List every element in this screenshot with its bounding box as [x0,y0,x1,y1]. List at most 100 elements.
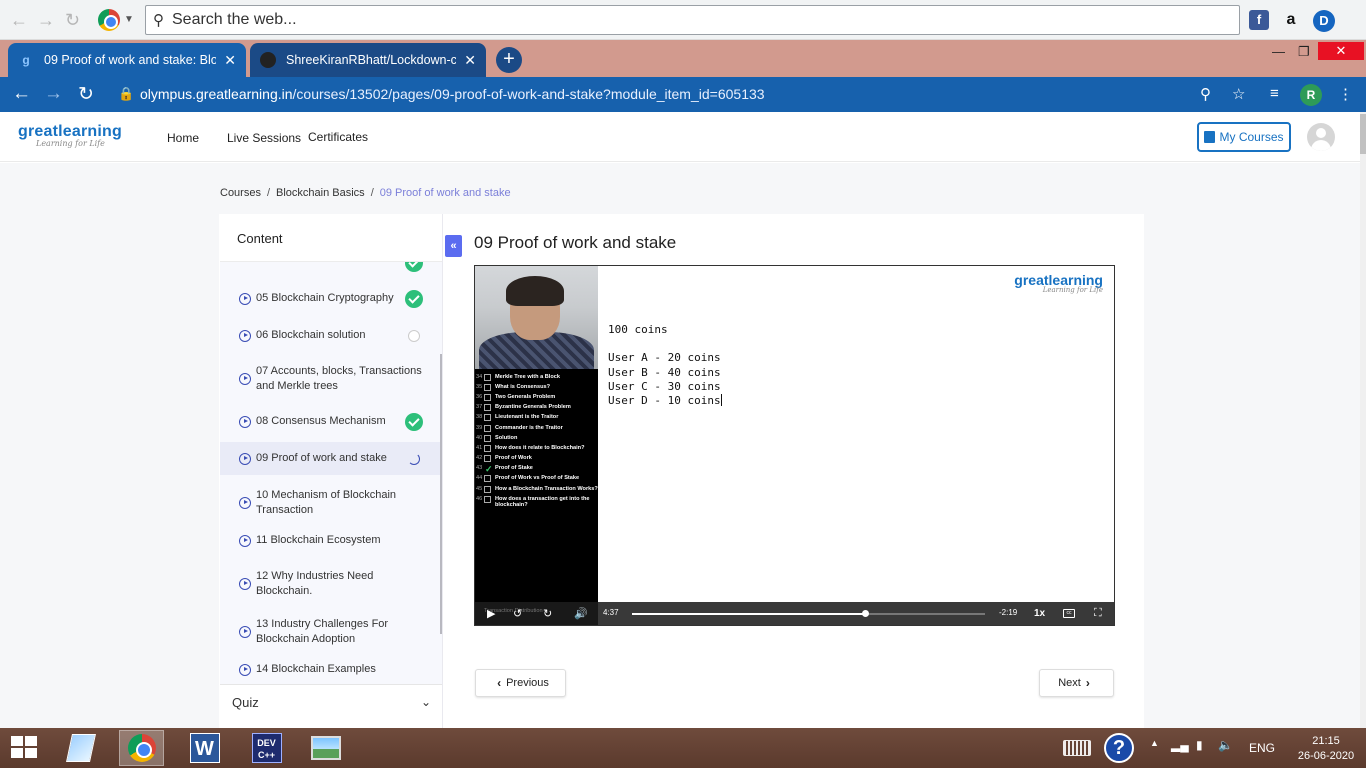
toc-text: Proof of Work vs Proof of Stake [495,475,580,482]
taskbar-devcpp[interactable]: DEV C++ [244,730,289,766]
list-item[interactable]: 05 Blockchain Cryptography [220,282,440,315]
window-close-icon[interactable]: ✕ [1318,42,1364,60]
previous-button[interactable]: ‹ Previous [475,669,566,697]
list-item[interactable]: 14 Blockchain Examples [220,653,440,684]
module-list[interactable]: 05 Blockchain Cryptography 06 Blockchain… [220,262,442,684]
close-icon[interactable]: ✕ [464,52,476,69]
language-indicator[interactable]: ENG [1249,741,1275,755]
d-extension-icon[interactable]: D [1313,10,1335,32]
toc-text: How does a transaction get into the bloc… [495,495,590,509]
back-icon[interactable]: ← [10,10,28,31]
windows-start-icon[interactable] [11,736,39,760]
seek-handle[interactable] [861,610,869,617]
restore-icon[interactable]: ❐ [1298,44,1310,60]
taskbar-paper-app[interactable] [58,730,103,766]
speaker-icon[interactable]: 🔈 [1218,738,1233,752]
paper-app-icon [65,734,96,762]
taskbar-chrome[interactable] [119,730,164,766]
signal-icon[interactable]: ▂▄ [1171,738,1189,752]
list-item-partial[interactable] [220,262,440,272]
play-circle-icon [239,415,251,428]
help-icon[interactable]: ? [1104,733,1134,763]
web-search-field[interactable]: ⚲ [145,5,1240,35]
media-queue-icon[interactable]: ≡ [1270,85,1279,102]
taskbar-word[interactable]: W [182,730,227,766]
clock-date: 26-06-2020 [1297,750,1355,762]
my-courses-button[interactable]: My Courses [1197,122,1291,152]
facebook-icon[interactable]: f [1249,10,1269,30]
nav-certificates[interactable]: Certificates [308,130,368,144]
profile-avatar[interactable]: R [1300,84,1322,106]
chrome-logo-icon[interactable] [98,9,120,31]
video-player[interactable]: 34 Merkle Tree with a Block 35 What is Cons… [474,265,1115,626]
url-field[interactable]: olympus.greatlearning.in/courses/13502/p… [140,86,765,102]
scrollbar-thumb[interactable] [1360,114,1366,154]
quiz-section-toggle[interactable]: Quiz ⌄ [220,684,442,720]
tray-overflow-icon[interactable]: ▲ [1150,738,1159,748]
reload-icon[interactable]: ↻ [65,10,80,31]
collapse-sidebar-button[interactable]: « [445,235,462,257]
list-item[interactable]: 12 Why Industries Need Blockchain. [220,564,440,604]
minimize-icon[interactable]: — [1272,44,1285,59]
next-label: Next [1058,677,1081,689]
list-item[interactable]: 13 Industry Challenges For Blockchain Ad… [220,612,440,652]
play-icon[interactable]: ▶ [487,607,495,620]
list-item[interactable]: 11 Blockchain Ecosystem [220,524,440,557]
quiz-label: Quiz [232,695,259,710]
tab-proof-of-work[interactable]: g 09 Proof of work and stake: Block ✕ [8,43,246,77]
forward-arrow-icon[interactable]: → [44,83,63,105]
tab-github[interactable]: ShreeKiranRBhatt/Lockdown-cert ✕ [250,43,486,77]
page-scrollbar[interactable] [1360,112,1366,728]
system-clock[interactable]: 21:15 26-06-2020 [1296,734,1356,764]
dropdown-caret-icon[interactable]: ▼ [124,14,134,25]
reload-icon[interactable]: ↻ [78,83,94,106]
taskbar-photos[interactable] [303,730,348,766]
toc-text: Solution [495,434,518,441]
close-icon[interactable]: ✕ [224,52,236,69]
playback-speed-button[interactable]: 1x [1034,608,1045,619]
forward-icon[interactable]: → [37,10,55,31]
new-tab-button[interactable]: + [496,47,522,73]
amazon-icon[interactable]: a [1281,10,1301,30]
user-avatar[interactable] [1307,123,1335,151]
tab-strip: g 09 Proof of work and stake: Block ✕ Sh… [0,40,1366,77]
forward-icon[interactable]: ↻ [543,607,552,620]
back-arrow-icon[interactable]: ← [12,83,31,105]
keyboard-icon[interactable] [1063,740,1091,756]
list-item[interactable]: 08 Consensus Mechanism [220,405,440,438]
list-item[interactable]: 10 Mechanism of Blockchain Transaction [220,483,440,523]
breadcrumb-courses[interactable]: Courses [220,187,261,199]
list-item[interactable]: 06 Blockchain solution [220,319,440,352]
zoom-icon[interactable]: ⚲ [1200,85,1211,103]
slide-line: 100 coins [608,323,668,336]
next-button[interactable]: Next › [1039,669,1114,697]
battery-icon[interactable]: ▮ [1196,738,1203,752]
list-item[interactable]: 07 Accounts, blocks, Transactions and Me… [220,359,440,399]
tab-title: ShreeKiranRBhatt/Lockdown-cert [286,53,457,67]
text-cursor [720,394,722,407]
list-item-active[interactable]: 09 Proof of work and stake [220,442,440,475]
greatlearning-logo[interactable]: greatlearning Learning for Life [18,123,122,148]
toc-number: 40 [476,434,483,441]
nav-home[interactable]: Home [167,131,199,145]
play-circle-icon [239,292,251,305]
breadcrumb: Courses / Blockchain Basics / 09 Proof of wo… [220,187,511,199]
item-label: 13 Industry Challenges For Blockchain Ad… [256,618,389,645]
video-toc-item: 46 How does a transaction get into the bl… [475,494,598,510]
menu-dots-icon[interactable]: ⋮ [1338,85,1353,103]
seek-bar[interactable] [632,610,985,617]
rewind-icon[interactable]: ↺ [513,607,522,620]
breadcrumb-current: 09 Proof of work and stake [379,187,511,199]
volume-icon[interactable]: 🔊 [574,607,588,620]
bookmark-star-icon[interactable]: ☆ [1232,85,1245,103]
captions-icon[interactable]: cc [1063,609,1075,618]
nav-live-sessions[interactable]: Live Sessions [227,131,301,145]
fullscreen-icon[interactable]: ⛶ [1094,607,1102,620]
web-search-input[interactable] [172,10,1222,30]
breadcrumb-course[interactable]: Blockchain Basics [276,187,365,199]
devcpp-icon: DEV C++ [251,733,282,763]
toc-text: What is Consensus? [495,383,551,390]
sidebar-scrollbar[interactable] [440,354,442,634]
search-icon: ⚲ [153,12,164,29]
lock-icon[interactable]: 🔒 [118,86,134,102]
